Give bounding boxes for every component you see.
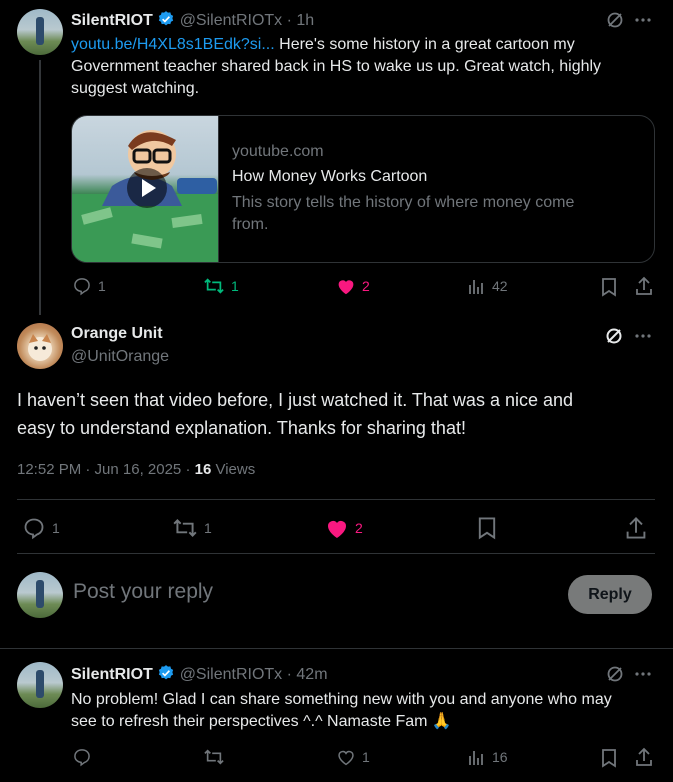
grok-icon[interactable] [605,664,625,684]
post-time[interactable]: · 1h [287,12,315,29]
grok-icon[interactable] [605,10,625,30]
author-handle[interactable]: @UnitOrange [71,348,169,366]
tweet-text: youtu.be/H4XL8s1BEdk?si... Here's some h… [71,36,602,97]
play-icon[interactable] [127,168,167,208]
video-thumbnail[interactable] [72,116,219,262]
views-icon [469,280,483,294]
divider [17,499,655,500]
heart-icon [338,280,354,295]
tweet-header: SilentRIOT @SilentRIOTx · 1h [71,10,314,30]
share-icon [636,747,652,766]
post-time[interactable]: · 42m [287,666,328,683]
share-icon [626,517,646,539]
like-button[interactable]: 2 [336,277,370,295]
share-icon [636,276,652,295]
views-icon [469,751,483,765]
bookmark-icon [602,749,616,768]
link-card[interactable]: youtube.com How Money Works Cartoon This… [71,115,655,263]
author-handle[interactable]: @SilentRIOTx [180,12,282,29]
avatar[interactable] [17,662,63,708]
author-handle[interactable]: @SilentRIOTx [180,666,282,683]
section-divider [0,648,673,649]
card-description: This story tells the history of where mo… [232,194,575,233]
bookmark-icon [478,517,496,540]
reply-button[interactable]: 1 [22,516,60,540]
repost-button[interactable]: 1 [172,516,212,540]
reply-button[interactable]: 1 [72,276,106,296]
reply-icon [74,278,90,296]
bookmark-icon [602,278,616,297]
divider [17,553,655,554]
more-icon[interactable] [635,671,651,677]
repost-button[interactable] [203,747,225,772]
repost-icon [204,278,224,294]
main-tweet-text: I haven’t seen that video before, I just… [17,390,574,438]
reply-icon [24,518,44,540]
tweet-text: No problem! Glad I can share something n… [71,691,612,730]
share-button[interactable] [635,747,653,772]
card-domain: youtube.com [232,143,324,160]
reply-input[interactable]: Post your reply [73,580,213,604]
views-button[interactable]: 16 [468,748,508,766]
repost-icon [204,749,224,765]
views-count: 16 [194,461,212,478]
author-name[interactable]: SilentRIOT [71,666,153,683]
share-button[interactable] [625,516,647,545]
bookmark-button[interactable] [601,277,617,302]
heart-icon [328,521,346,538]
heart-outline-icon [338,750,354,766]
like-button[interactable]: 1 [336,748,370,766]
thread-line [39,60,41,315]
like-button[interactable]: 2 [325,517,363,539]
avatar[interactable] [17,9,63,55]
views-button[interactable]: 42 [468,277,508,295]
repost-button[interactable]: 1 [203,276,239,296]
tweet-header: SilentRIOT @SilentRIOTx · 42m [71,664,328,684]
share-button[interactable] [635,276,653,301]
repost-icon [173,519,197,537]
reply-submit-button[interactable]: Reply [568,575,652,614]
verified-badge-icon [159,665,174,680]
reply-icon [74,749,90,767]
grok-icon[interactable] [604,326,624,346]
youtube-link[interactable]: youtu.be/H4XL8s1BEdk?si... [71,36,275,53]
bookmark-button[interactable] [477,516,497,545]
avatar[interactable] [17,572,63,618]
more-icon[interactable] [635,333,651,339]
author-name[interactable]: Orange Unit [71,325,163,343]
verified-badge-icon [159,11,174,26]
author-name[interactable]: SilentRIOT [71,12,153,29]
reply-button[interactable] [72,747,92,772]
avatar[interactable] [17,323,63,369]
card-title[interactable]: How Money Works Cartoon [232,166,427,188]
post-timestamp: 12:52 PM · Jun 16, 2025 · 16 Views [17,461,256,478]
bookmark-button[interactable] [601,748,617,773]
more-icon[interactable] [635,17,651,23]
